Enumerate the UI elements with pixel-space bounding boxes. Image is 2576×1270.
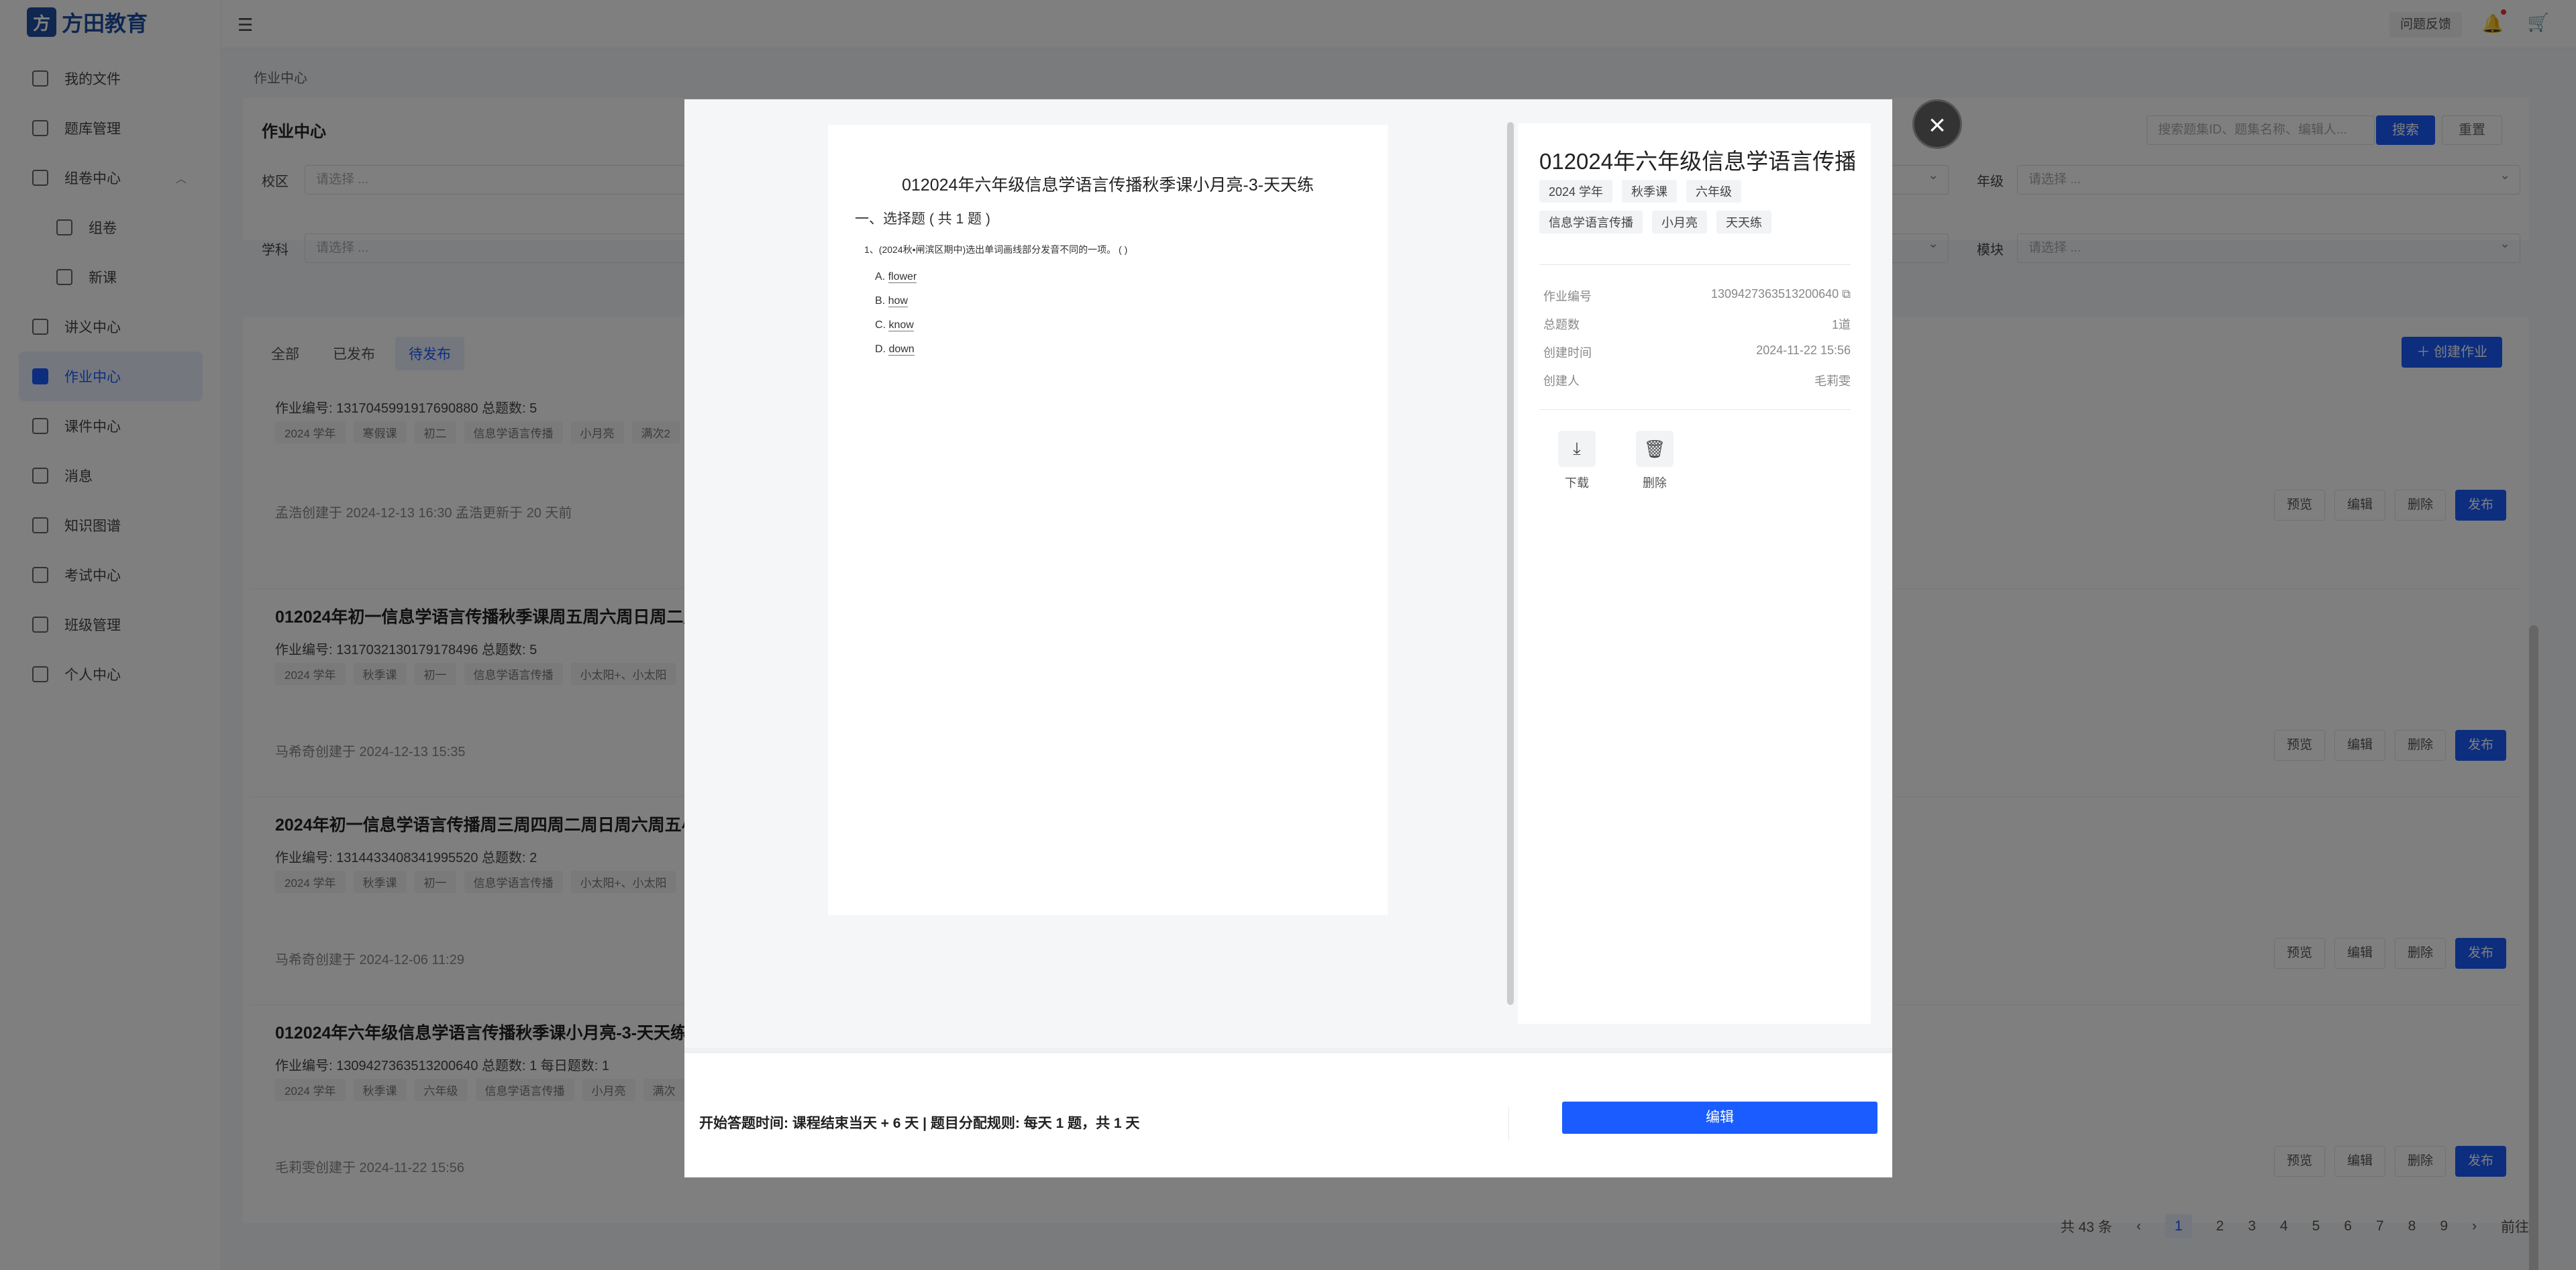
- info-tags-row1: 2024 学年 秋季课 六年级: [1539, 180, 1742, 203]
- doc-option-a: A. flower: [875, 271, 917, 283]
- info-value-copy[interactable]: 1309427363513200640 ⧉: [1711, 287, 1851, 301]
- trash-icon: 🗑: [1636, 431, 1673, 467]
- info-label: 创建时间: [1543, 346, 1592, 360]
- option-prefix: C.: [875, 319, 889, 331]
- info-title: 012024年六年级信息学语言传播...: [1539, 149, 1855, 174]
- option-word: down: [888, 343, 915, 356]
- download-icon: ⤓: [1558, 431, 1596, 467]
- option-prefix: B.: [875, 295, 888, 307]
- info-value: 毛莉雯: [1814, 374, 1851, 388]
- divider: [1508, 1107, 1509, 1141]
- info-label: 作业编号: [1543, 290, 1592, 303]
- doc-option-d: D. down: [875, 343, 915, 356]
- info-label: 总题数: [1543, 318, 1580, 331]
- option-prefix: D.: [875, 343, 889, 355]
- info-row-id: 作业编号 1309427363513200640 ⧉: [1543, 287, 1851, 305]
- tag: 小月亮: [1652, 211, 1707, 233]
- schedule-rule: 开始答题时间: 课程结束当天 + 6 天 | 题目分配规则: 每天 1 题，共 …: [699, 1116, 1140, 1131]
- delete-label: 删除: [1643, 476, 1667, 490]
- info-tags-row2: 信息学语言传播 小月亮 天天练: [1539, 211, 1771, 233]
- option-word: how: [888, 295, 908, 307]
- download-label: 下载: [1565, 476, 1589, 490]
- doc-question: 1、(2024秋•闸滨区期中)选出单词画线部分发音不同的一项。 ( ): [864, 244, 1128, 255]
- delete-button[interactable]: 🗑 删除: [1635, 431, 1675, 491]
- modal-footer: 开始答题时间: 课程结束当天 + 6 天 | 题目分配规则: 每天 1 题，共 …: [684, 1048, 1892, 1177]
- info-row-created: 创建时间 2024-11-22 15:56: [1543, 343, 1851, 361]
- document-preview: 012024年六年级信息学语言传播秋季课小月亮-3-天天练 一、选择题 ( 共 …: [828, 125, 1388, 915]
- tag: 六年级: [1686, 180, 1742, 203]
- doc-title: 012024年六年级信息学语言传播秋季课小月亮-3-天天练: [902, 176, 1314, 195]
- download-button[interactable]: ⤓ 下载: [1557, 431, 1597, 491]
- info-label: 创建人: [1543, 374, 1580, 388]
- tag: 天天练: [1716, 211, 1771, 233]
- info-value: 1道: [1831, 318, 1851, 331]
- option-word: flower: [888, 271, 917, 283]
- close-icon[interactable]: ×: [1912, 99, 1962, 149]
- edit-button[interactable]: 编辑: [1562, 1102, 1877, 1134]
- tag: 秋季课: [1622, 180, 1678, 203]
- option-prefix: A.: [875, 271, 888, 282]
- option-word: know: [888, 319, 914, 331]
- info-row-creator: 创建人 毛莉雯: [1543, 372, 1851, 389]
- info-value: 2024-11-22 15:56: [1756, 343, 1851, 357]
- tag: 2024 学年: [1539, 180, 1613, 203]
- homework-info-panel: 012024年六年级信息学语言传播... 2024 学年 秋季课 六年级 信息学…: [1518, 123, 1871, 1024]
- doc-section-heading: 一、选择题 ( 共 1 题 ): [855, 211, 990, 227]
- divider: [1539, 264, 1851, 265]
- info-row-count: 总题数 1道: [1543, 315, 1851, 333]
- tag: 信息学语言传播: [1539, 211, 1643, 233]
- homework-preview-modal: 012024年六年级信息学语言传播秋季课小月亮-3-天天练 一、选择题 ( 共 …: [684, 99, 1892, 1177]
- doc-option-b: B. how: [875, 295, 908, 307]
- preview-scrollbar[interactable]: [1507, 122, 1514, 1005]
- divider: [1539, 409, 1851, 410]
- doc-option-c: C. know: [875, 319, 914, 331]
